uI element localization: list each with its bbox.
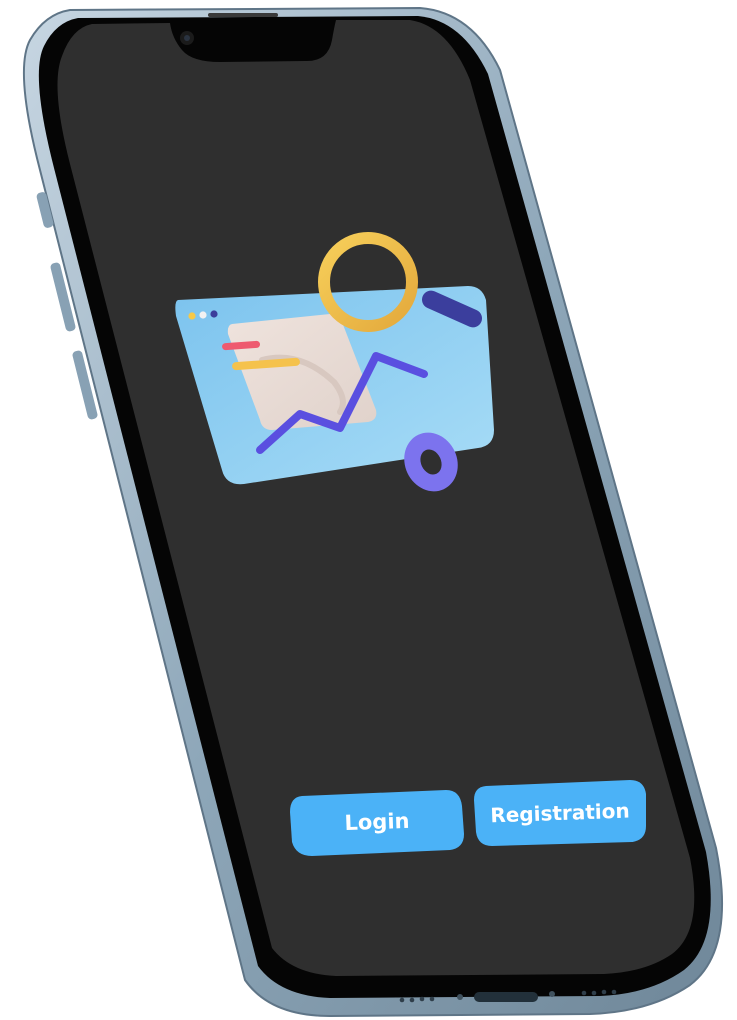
bottom-screw-left (457, 994, 463, 1000)
earpiece-speaker (208, 13, 278, 17)
device-mockup: Login Registration (0, 0, 737, 1020)
bottom-screw-right (549, 991, 555, 997)
phone-svg: Login Registration (22, 6, 724, 1018)
login-button[interactable]: Login (290, 790, 464, 856)
lightning-port (474, 992, 538, 1002)
login-button-label: Login (344, 809, 410, 835)
registration-button-label: Registration (490, 799, 630, 828)
registration-button[interactable]: Registration (474, 780, 646, 846)
